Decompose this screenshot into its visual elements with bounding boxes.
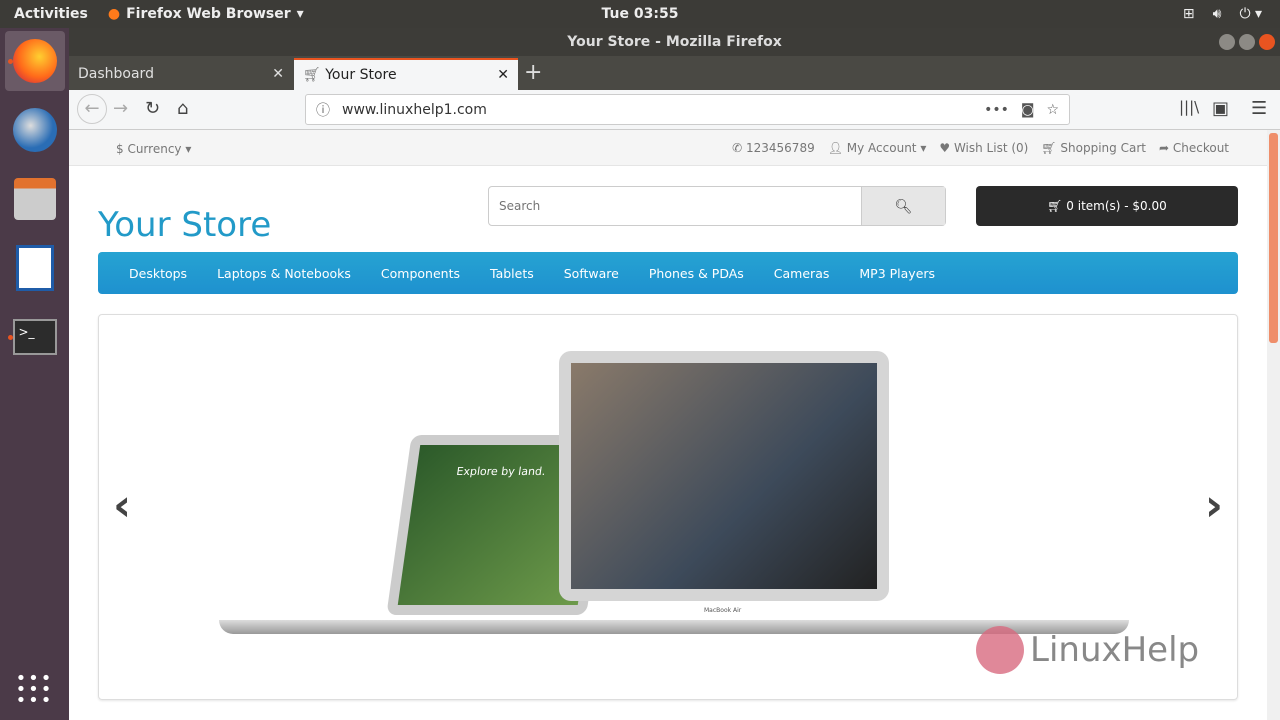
my-account-dropdown[interactable]: 👤︎ My Account ▾ bbox=[828, 141, 927, 155]
files-icon bbox=[13, 178, 56, 220]
close-tab-icon[interactable]: ✕ bbox=[497, 67, 509, 83]
maximize-button[interactable] bbox=[1239, 34, 1255, 50]
window-titlebar: Your Store - Mozilla Firefox bbox=[69, 28, 1280, 56]
store-page: $ Currency ▾ ✆ 123456789 👤︎ My Account ▾… bbox=[69, 130, 1267, 720]
linuxhelp-watermark: LinuxHelp bbox=[976, 626, 1199, 674]
wish-list-link[interactable]: ♥ Wish List (0) bbox=[939, 141, 1028, 155]
search-button[interactable]: 🔍︎ bbox=[861, 187, 945, 225]
forward-button[interactable]: → bbox=[113, 98, 128, 119]
linuxhelp-logo-icon bbox=[976, 626, 1024, 674]
carousel-prev-button[interactable]: ‹ bbox=[113, 480, 131, 531]
menu-item-tablets[interactable]: Tablets bbox=[490, 266, 534, 281]
cart-favicon-icon: 🛒︎ bbox=[303, 67, 321, 83]
menu-item-software[interactable]: Software bbox=[564, 266, 619, 281]
show-apps-icon[interactable]: ••• ••• ••• bbox=[16, 670, 54, 710]
cart-icon: 🛒︎ bbox=[1047, 199, 1063, 213]
bookmark-star-icon[interactable]: ☆ bbox=[1046, 102, 1059, 118]
network-icon[interactable]: ⊞ bbox=[1183, 6, 1195, 22]
menu-item-cameras[interactable]: Cameras bbox=[774, 266, 830, 281]
dock-terminal[interactable]: >_ bbox=[5, 307, 65, 367]
user-icon: 👤︎ bbox=[827, 141, 843, 155]
cart-icon: 🛒︎ bbox=[1041, 141, 1057, 155]
dock-files[interactable] bbox=[5, 169, 65, 229]
phone-icon: ✆ bbox=[732, 141, 743, 155]
carousel-next-button[interactable]: › bbox=[1205, 480, 1223, 531]
search-box: 🔍︎ bbox=[488, 186, 946, 226]
dock: >_ ••• ••• ••• bbox=[0, 28, 69, 720]
sidebar-icon[interactable]: ▣ bbox=[1212, 98, 1229, 119]
menu-item-mp3[interactable]: MP3 Players bbox=[859, 266, 935, 281]
page-actions-icon[interactable]: ••• bbox=[984, 102, 1009, 118]
category-menu: Desktops Laptops & Notebooks Components … bbox=[98, 252, 1238, 294]
phone-link[interactable]: ✆ 123456789 bbox=[732, 141, 815, 155]
back-button[interactable]: ← bbox=[77, 94, 107, 124]
menu-item-laptops[interactable]: Laptops & Notebooks bbox=[217, 266, 351, 281]
top-links-bar: $ Currency ▾ ✆ 123456789 👤︎ My Account ▾… bbox=[69, 130, 1267, 166]
nav-toolbar: ← → ↻ ⌂ ⓘ www.linuxhelp1.com ••• ◙ ☆ |||\ ▣… bbox=[69, 90, 1280, 130]
share-icon: ➦ bbox=[1158, 141, 1170, 155]
power-icon[interactable]: ⏻ ▾ bbox=[1239, 6, 1262, 22]
shopping-cart-link[interactable]: 🛒︎ Shopping Cart bbox=[1041, 141, 1146, 155]
menu-item-phones[interactable]: Phones & PDAs bbox=[649, 266, 744, 281]
info-icon[interactable]: ⓘ bbox=[316, 100, 330, 120]
minimize-button[interactable] bbox=[1219, 34, 1235, 50]
firefox-icon bbox=[12, 39, 57, 83]
terminal-icon: >_ bbox=[12, 319, 57, 355]
reload-button[interactable]: ↻ bbox=[145, 98, 160, 119]
close-tab-icon[interactable]: ✕ bbox=[272, 66, 284, 82]
system-top-bar: Activities ● Firefox Web Browser ▾ Tue 03:… bbox=[0, 0, 1280, 28]
close-window-button[interactable] bbox=[1259, 34, 1275, 50]
dock-thunderbird[interactable] bbox=[5, 100, 65, 160]
home-button[interactable]: ⌂ bbox=[177, 98, 188, 119]
currency-dropdown[interactable]: $ Currency ▾ bbox=[116, 142, 191, 156]
pocket-icon[interactable]: ◙ bbox=[1021, 102, 1035, 118]
url-bar[interactable]: ⓘ www.linuxhelp1.com ••• ◙ ☆ bbox=[305, 94, 1070, 125]
writer-icon bbox=[15, 245, 54, 291]
search-icon: 🔍︎ bbox=[894, 197, 913, 214]
search-input[interactable] bbox=[489, 187, 861, 225]
cart-button[interactable]: 🛒︎ 0 item(s) - $0.00 bbox=[976, 186, 1238, 226]
chevron-down-icon: ▾ bbox=[296, 6, 304, 22]
menu-item-components[interactable]: Components bbox=[381, 266, 460, 281]
new-tab-button[interactable]: + bbox=[524, 60, 542, 85]
hamburger-menu-icon[interactable]: ☰ bbox=[1251, 98, 1267, 119]
volume-icon[interactable]: 🔊︎ bbox=[1213, 6, 1222, 22]
tab-your-store[interactable]: 🛒︎ Your Store ✕ bbox=[294, 58, 518, 90]
store-logo[interactable]: Your Store bbox=[98, 205, 271, 245]
tab-dashboard[interactable]: Dashboard ✕ bbox=[69, 58, 293, 90]
firefox-icon: ● bbox=[107, 6, 121, 22]
checkout-link[interactable]: ➦ Checkout bbox=[1159, 141, 1229, 155]
thunderbird-icon bbox=[12, 108, 57, 152]
app-menu[interactable]: ● Firefox Web Browser ▾ bbox=[108, 6, 304, 22]
library-icon[interactable]: |||\ bbox=[1179, 98, 1199, 116]
dock-firefox[interactable] bbox=[4, 31, 65, 91]
activities-button[interactable]: Activities bbox=[14, 6, 88, 22]
page-scrollbar[interactable] bbox=[1267, 130, 1280, 720]
tab-bar: Dashboard ✕ 🛒︎ Your Store ✕ + bbox=[69, 56, 1280, 90]
dock-writer[interactable] bbox=[5, 238, 65, 298]
heart-icon: ♥ bbox=[939, 141, 951, 155]
menu-item-desktops[interactable]: Desktops bbox=[129, 266, 187, 281]
